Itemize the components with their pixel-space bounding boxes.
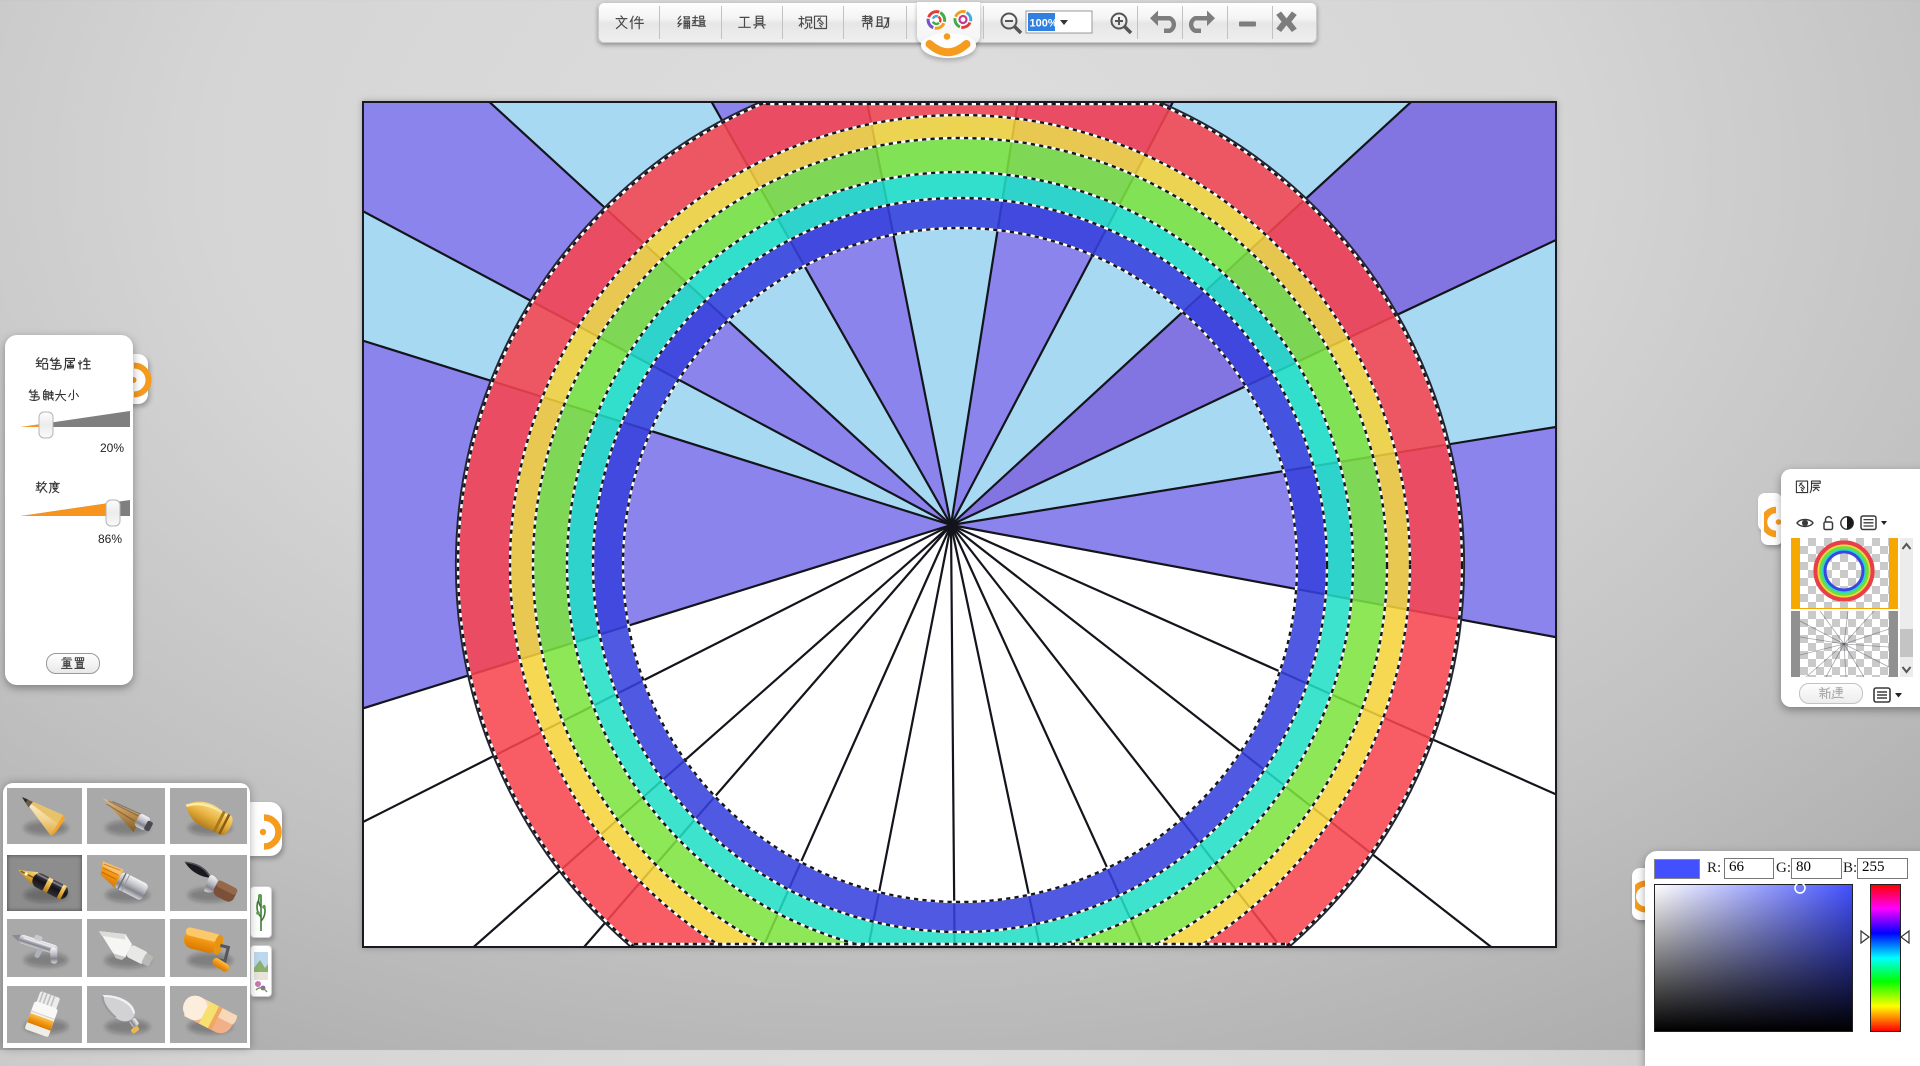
svg-text:100%: 100% (1030, 18, 1058, 30)
